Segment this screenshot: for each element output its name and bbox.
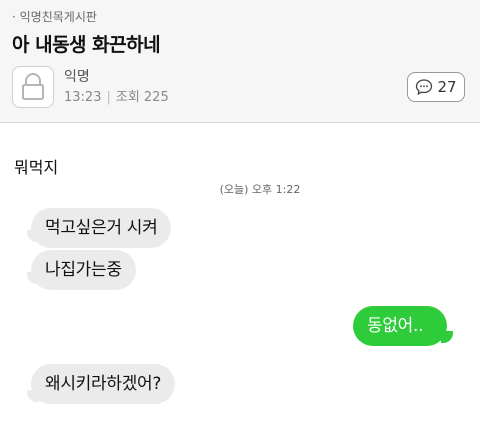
lock-icon [22,73,44,100]
author-name: 익명 [64,69,90,85]
meta-divider: | [106,90,111,105]
chat-timestamp: (오늘) 오후 1:22 [219,183,301,196]
post-title: 아 내동생 화끈하네 [12,34,161,56]
author-avatar [12,66,54,108]
post-header: · 익명친목게시판 아 내동생 화끈하네 익명 13:23 | 조회 225 27 [0,0,480,123]
message-bubble-incoming: 나집가는중 [31,250,136,290]
comment-bubble-icon [416,79,433,96]
message-bubble-incoming: 먹고싶은거 시켜 [31,208,172,248]
post-body: 뭐먹지 [14,158,59,177]
post-meta: 13:23 | 조회 225 [64,86,169,105]
comment-count: 27 [437,78,457,96]
comment-button[interactable]: 27 [407,72,465,102]
board-name[interactable]: · 익명친목게시판 [12,8,97,25]
message-bubble-incoming: 왜시키라하겠어? [31,364,176,404]
view-count: 조회 225 [115,90,169,105]
post-time: 13:23 [64,90,102,105]
message-bubble-outgoing: 동없어.. [353,306,447,346]
